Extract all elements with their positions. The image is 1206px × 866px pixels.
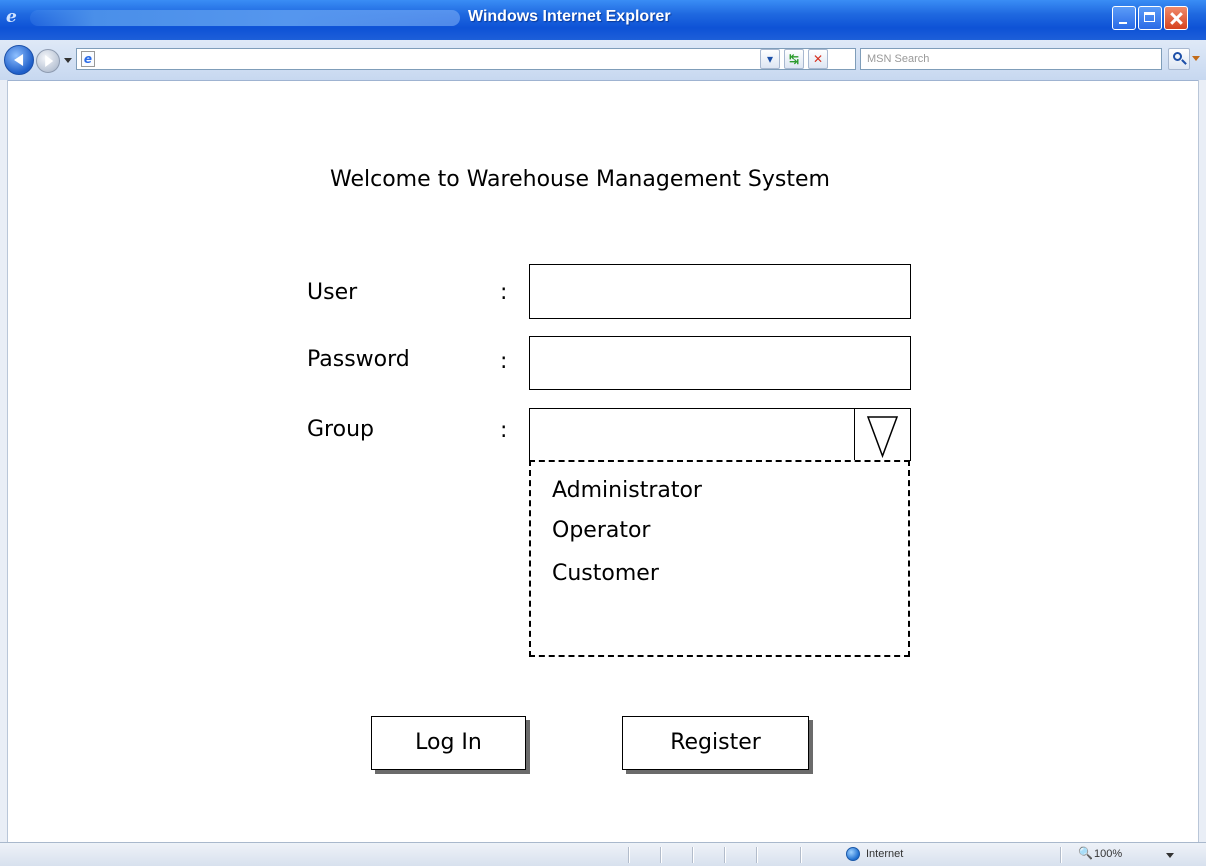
search-input[interactable]: MSN Search bbox=[860, 48, 1162, 70]
ie-logo-icon: e bbox=[6, 7, 17, 27]
page-title: Welcome to Warehouse Management System bbox=[330, 167, 830, 192]
back-arrow-icon bbox=[14, 54, 24, 66]
group-select[interactable] bbox=[529, 408, 855, 461]
title-bar: e Windows Internet Explorer bbox=[0, 0, 1206, 40]
group-option-administrator[interactable]: Administrator bbox=[552, 478, 702, 503]
minimize-button[interactable] bbox=[1112, 6, 1136, 30]
stop-button[interactable]: ✕ bbox=[808, 49, 828, 69]
address-dropdown-button[interactable]: ▾ bbox=[760, 49, 780, 69]
window-frame-left bbox=[0, 80, 8, 845]
group-option-customer[interactable]: Customer bbox=[552, 561, 659, 586]
group-label: Group bbox=[307, 417, 374, 442]
globe-icon bbox=[846, 847, 860, 861]
register-button[interactable]: Register bbox=[622, 716, 809, 770]
stop-icon: ✕ bbox=[812, 52, 824, 66]
window-frame-right bbox=[1198, 80, 1206, 845]
triangle-down-icon bbox=[866, 416, 899, 459]
security-zone-label: Internet bbox=[866, 848, 904, 860]
navigation-bar: e ▾ ↹ ✕ MSN Search bbox=[0, 40, 1206, 81]
back-button[interactable] bbox=[4, 45, 34, 75]
maximize-icon bbox=[1144, 12, 1155, 22]
redacted-page-title bbox=[30, 10, 460, 26]
refresh-icon: ↹ bbox=[788, 52, 800, 66]
group-dropdown-button[interactable] bbox=[854, 408, 911, 461]
password-input[interactable] bbox=[529, 336, 911, 390]
recent-pages-dropdown[interactable] bbox=[64, 58, 72, 63]
forward-arrow-icon bbox=[45, 55, 54, 67]
refresh-button[interactable]: ↹ bbox=[784, 49, 804, 69]
login-button[interactable]: Log In bbox=[371, 716, 526, 770]
forward-button[interactable] bbox=[36, 49, 60, 73]
page-icon: e bbox=[81, 51, 95, 67]
zoom-dropdown[interactable] bbox=[1166, 853, 1174, 858]
password-label: Password bbox=[307, 347, 410, 372]
status-bar: Internet 🔍 100% bbox=[0, 842, 1206, 866]
zoom-level[interactable]: 100% bbox=[1094, 848, 1122, 860]
group-option-operator[interactable]: Operator bbox=[552, 518, 650, 543]
password-colon: : bbox=[500, 349, 508, 374]
user-label: User bbox=[307, 280, 358, 305]
address-bar[interactable]: e bbox=[76, 48, 856, 70]
maximize-button[interactable] bbox=[1138, 6, 1162, 30]
user-colon: : bbox=[500, 280, 508, 305]
zoom-icon: 🔍 bbox=[1078, 846, 1093, 860]
search-button[interactable] bbox=[1168, 48, 1190, 70]
search-options-dropdown[interactable] bbox=[1192, 56, 1200, 61]
user-input[interactable] bbox=[529, 264, 911, 319]
group-colon: : bbox=[500, 418, 508, 443]
close-button[interactable] bbox=[1164, 6, 1188, 30]
window-title: Windows Internet Explorer bbox=[468, 8, 671, 25]
minimize-icon bbox=[1119, 22, 1127, 24]
